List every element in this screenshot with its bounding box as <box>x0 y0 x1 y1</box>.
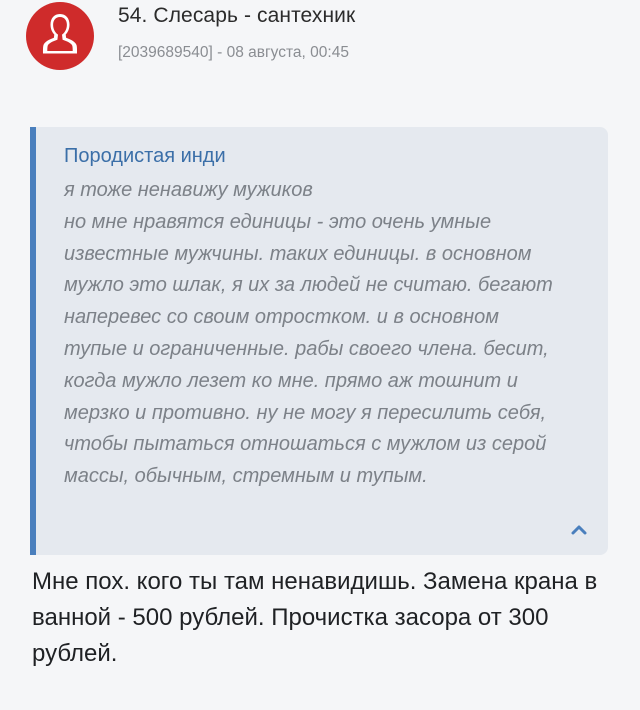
quote-text: я тоже ненавижу мужиков но мне нравятся … <box>64 179 553 488</box>
avatar[interactable] <box>26 2 94 70</box>
quoted-comment: Породистая инди я тоже ненавижу мужиков … <box>30 127 608 555</box>
quote-author-name[interactable]: Породистая инди <box>64 145 226 168</box>
post-date: 08 августа, 00:45 <box>226 44 349 61</box>
comment-post: 54. Слесарь - сантехник [2039689540] - 0… <box>0 0 640 710</box>
post-meta: [2039689540] - 08 августа, 00:45 <box>118 44 349 62</box>
user-silhouette-icon <box>42 14 78 54</box>
chevron-up-icon[interactable] <box>568 519 590 541</box>
date-separator: - <box>212 44 227 61</box>
post-user-id: [2039689540] <box>118 44 213 61</box>
post-author-name[interactable]: 54. Слесарь - сантехник <box>118 4 355 28</box>
reply-text: Мне пох. кого ты там ненавидишь. Замена … <box>32 568 598 667</box>
